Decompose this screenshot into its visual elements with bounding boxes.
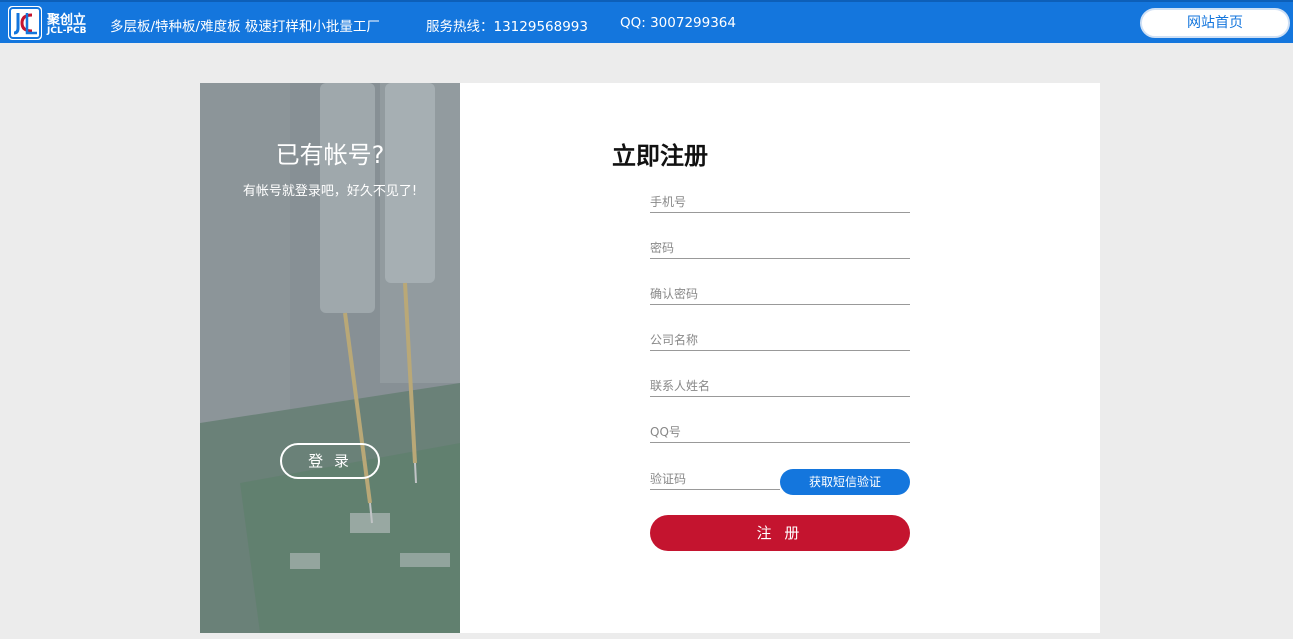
logo-text-en: JCL-PCB (47, 26, 87, 36)
side-title: 已有帐号? (275, 141, 385, 169)
contact-name-input[interactable] (650, 375, 910, 397)
phone-input[interactable] (650, 191, 910, 213)
confirm-password-input[interactable] (650, 283, 910, 305)
register-button[interactable]: 注 册 (650, 515, 910, 551)
logo[interactable]: 聚创立 JCL-PCB (8, 6, 90, 40)
top-bar: 聚创立 JCL-PCB 多层板/特种板/难度板 极速打样和小批量工厂 服务热线：… (0, 0, 1293, 43)
logo-mark-icon (8, 6, 42, 40)
qq-contact: QQ: 3007299364 (620, 15, 736, 31)
header-slogan: 多层板/特种板/难度板 极速打样和小批量工厂 (110, 19, 380, 35)
password-input[interactable] (650, 237, 910, 259)
get-sms-code-button[interactable]: 获取短信验证 (780, 469, 910, 495)
login-button[interactable]: 登 录 (280, 443, 380, 479)
website-home-button[interactable]: 网站首页 (1140, 8, 1290, 38)
login-side-panel: 已有帐号? 有帐号就登录吧，好久不见了! 登 录 (200, 83, 460, 633)
side-subtitle: 有帐号就登录吧，好久不见了! (242, 184, 418, 199)
company-name-input[interactable] (650, 329, 910, 351)
verification-code-input[interactable] (650, 468, 780, 490)
service-hotline: 服务热线：13129568993 (426, 19, 588, 35)
register-title: 立即注册 (612, 142, 708, 170)
register-card: 已有帐号? 有帐号就登录吧，好久不见了! 登 录 立即注册 获取短信验证 注 册 (200, 83, 1100, 633)
qq-input[interactable] (650, 421, 910, 443)
